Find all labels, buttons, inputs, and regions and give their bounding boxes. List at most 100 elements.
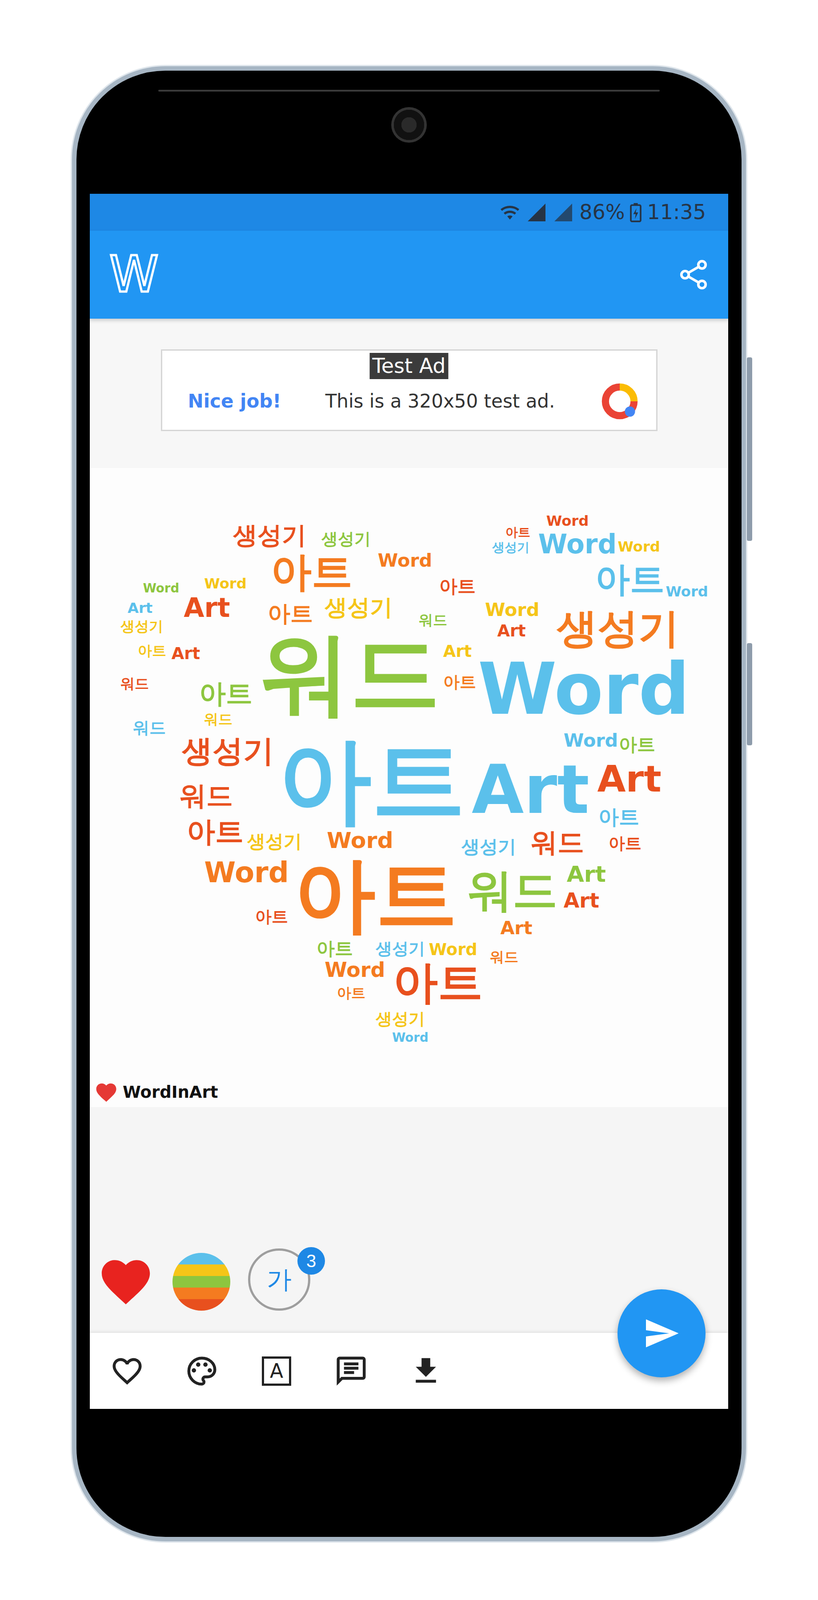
phone-frame: 86% 11:35 W Test Ad Nice job! This is a 320x5… xyxy=(72,66,746,1542)
speaker-slit xyxy=(158,89,660,92)
palette-option[interactable] xyxy=(172,1253,231,1312)
cloud-word: 아트 xyxy=(505,526,531,539)
cloud-word: 아트 xyxy=(598,807,640,828)
palette-stripe xyxy=(172,1276,231,1288)
cloud-word: 아트 xyxy=(267,602,313,626)
cloud-word: Art xyxy=(471,756,590,824)
wifi-icon xyxy=(499,201,521,224)
cloud-word: Art xyxy=(500,919,533,938)
clock: 11:35 xyxy=(646,200,706,225)
download-button[interactable] xyxy=(388,1340,464,1403)
cloud-word: Art xyxy=(127,601,153,616)
cloud-word: 아트 xyxy=(608,835,642,853)
cloud-word: 워드 xyxy=(179,782,233,810)
palette-stripe xyxy=(172,1287,231,1300)
cloud-word: Word xyxy=(537,531,617,558)
battery-icon xyxy=(629,202,642,223)
cloud-word: Word xyxy=(477,653,690,726)
cloud-word: 아트 xyxy=(270,551,353,593)
shape-option[interactable] xyxy=(96,1253,155,1312)
cloud-word: Art xyxy=(563,890,600,912)
heart-outline-icon xyxy=(109,1354,145,1389)
cloud-word: Word xyxy=(546,513,589,529)
cloud-word: Word xyxy=(665,584,709,599)
heart-icon xyxy=(96,1253,155,1312)
cloud-word: Art xyxy=(183,594,230,622)
cloud-word: 워드 xyxy=(260,628,441,719)
cloud-word: Word xyxy=(429,942,478,959)
share-icon xyxy=(676,257,711,292)
signal-icon xyxy=(552,201,574,224)
send-icon xyxy=(642,1315,681,1353)
cloud-word: 아트 xyxy=(439,577,476,596)
cloud-word: Word xyxy=(392,1031,429,1045)
signal-icon xyxy=(525,201,548,224)
cloud-word: Art xyxy=(566,863,606,887)
cloud-word: 아트 xyxy=(255,909,289,926)
palette-icon xyxy=(184,1354,220,1389)
app-logo[interactable]: W xyxy=(106,245,162,304)
app-bar: W xyxy=(89,230,729,319)
cloud-word: 생성기 xyxy=(375,1011,426,1028)
cloud-word: 아트 xyxy=(336,986,366,1001)
cloud-word: 워드 xyxy=(418,613,448,628)
cloud-word: Word xyxy=(326,829,394,853)
font-tool-button[interactable]: A xyxy=(239,1340,314,1403)
cloud-word: Art xyxy=(171,645,201,663)
cloud-word: 워드 xyxy=(467,868,558,914)
cloud-word: Art xyxy=(597,761,662,798)
cloud-word: 아트 xyxy=(316,939,353,959)
watermark-text: WordInArt xyxy=(122,1082,218,1103)
status-bar: 86% 11:35 xyxy=(89,193,729,231)
cloud-word: 워드 xyxy=(120,676,149,691)
cloud-word: 아트 xyxy=(199,680,253,708)
cloud-word: Art xyxy=(443,643,472,661)
cloud-word: Word xyxy=(563,731,618,750)
text-tool-button[interactable] xyxy=(313,1340,389,1403)
cloud-word: Word xyxy=(204,576,247,591)
count-badge: 3 xyxy=(297,1247,325,1276)
ad-label: Test Ad xyxy=(369,352,449,380)
word-cloud: 워드Word아트Art아트워드생성기아트아트생성기ArtWord생성기아트아트생… xyxy=(89,468,729,1108)
cloud-word: Word xyxy=(142,582,180,595)
cloud-word: 워드 xyxy=(204,712,233,727)
cloud-word: 생성기 xyxy=(181,735,274,767)
options-row: 가3 xyxy=(89,1107,729,1334)
cloud-word: 아트 xyxy=(595,561,665,597)
palette-tool-button[interactable] xyxy=(164,1340,240,1403)
battery-percent: 86% xyxy=(579,200,625,225)
cloud-word: 아트 xyxy=(186,817,244,847)
font-icon: A xyxy=(261,1356,292,1387)
volume-button[interactable] xyxy=(746,357,753,542)
watermark: WordInArt xyxy=(94,1080,218,1105)
cloud-word: 워드 xyxy=(132,720,166,737)
font-sample: 가 xyxy=(266,1267,292,1293)
cloud-word: Word xyxy=(617,539,661,554)
ad-headline: Nice job! xyxy=(188,390,282,413)
ad-section: Test Ad Nice job! This is a 320x50 test ad… xyxy=(89,318,729,469)
cloud-word: Word xyxy=(204,858,289,887)
shape-tool-button[interactable] xyxy=(89,1340,165,1403)
cloud-word: 워드 xyxy=(530,829,585,857)
cloud-word: Word xyxy=(377,551,433,570)
cloud-word: 생성기 xyxy=(461,838,517,857)
cloud-word: Word xyxy=(324,960,385,981)
font-option[interactable]: 가3 xyxy=(248,1248,311,1312)
cloud-word: 생성기 xyxy=(375,941,426,958)
ad-banner[interactable]: Test Ad Nice job! This is a 320x50 test ad… xyxy=(160,349,658,432)
cloud-word: 워드 xyxy=(489,950,519,965)
cloud-word: 생성기 xyxy=(247,832,302,851)
ad-logo-icon xyxy=(599,380,641,422)
send-button[interactable] xyxy=(617,1289,706,1378)
palette-stripe xyxy=(172,1299,231,1312)
cloud-word: 생성기 xyxy=(492,541,530,554)
cloud-word: 아트 xyxy=(392,960,483,1006)
screen: 86% 11:35 W Test Ad Nice job! This is a 320x5… xyxy=(89,193,729,1410)
palette-stripe xyxy=(172,1264,231,1277)
cloud-word: Art xyxy=(497,623,526,640)
cloud-word: 아트 xyxy=(443,674,477,691)
power-button[interactable] xyxy=(746,643,753,746)
share-button[interactable] xyxy=(672,253,715,297)
cloud-word: 생성기 xyxy=(324,596,393,620)
ad-body: This is a 320x50 test ad. xyxy=(290,390,591,413)
